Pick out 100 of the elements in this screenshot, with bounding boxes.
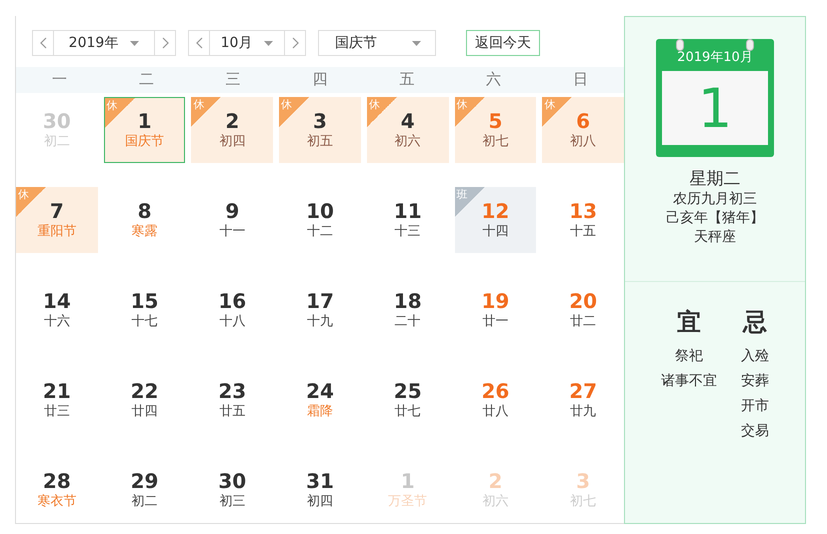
day-number: 14 bbox=[42, 289, 71, 313]
lunar-date: 初五 bbox=[306, 133, 333, 151]
day-tag: 休 bbox=[191, 97, 222, 127]
day-cell[interactable]: 14 十六 bbox=[16, 277, 98, 343]
day-cell[interactable]: 22 廿四 bbox=[104, 367, 186, 433]
lunar-date: 十八 bbox=[219, 313, 246, 331]
day-cell[interactable]: 30 初三 bbox=[191, 457, 274, 523]
day-tag: 休 bbox=[279, 97, 310, 127]
binder-ring-icon bbox=[676, 39, 684, 51]
day-cell[interactable]: 26 廿八 bbox=[454, 367, 536, 433]
day-number: 13 bbox=[569, 199, 598, 223]
year-dropdown[interactable]: 2019年 bbox=[54, 30, 154, 56]
month-dropdown[interactable]: 10月 bbox=[210, 30, 284, 56]
year-text: 己亥年【猪年】 bbox=[666, 209, 764, 228]
lunar-date: 寒露 bbox=[132, 223, 158, 241]
day-tag: 休 bbox=[366, 97, 397, 127]
day-cell[interactable]: 19 廿一 bbox=[454, 277, 536, 343]
weekday-label: 五 bbox=[398, 70, 416, 90]
bad-item: 安葬 bbox=[741, 372, 769, 391]
weekday-label: 四 bbox=[311, 70, 328, 90]
caret-icon bbox=[264, 40, 274, 46]
day-number: 2 bbox=[225, 109, 240, 133]
day-cell[interactable]: 24 霜降 bbox=[279, 367, 361, 433]
day-number: 3 bbox=[576, 469, 590, 493]
binder-ring-icon bbox=[746, 39, 754, 51]
lunar-date: 国庆节 bbox=[125, 133, 164, 151]
today-button[interactable]: 返回今天 bbox=[466, 30, 540, 56]
day-number: 24 bbox=[306, 379, 334, 403]
good-item: 诸事不宜 bbox=[661, 372, 717, 391]
lunar-date: 十五 bbox=[570, 223, 596, 241]
day-cell[interactable]: 休 3 初五 bbox=[279, 97, 361, 163]
previous-year-button[interactable] bbox=[32, 30, 54, 56]
day-cell[interactable]: 17 十九 bbox=[279, 277, 361, 343]
day-cell[interactable]: 班 12 十四 bbox=[454, 187, 536, 253]
day-cell[interactable]: 25 廿七 bbox=[366, 367, 449, 433]
card-month: 2019年10月 bbox=[677, 49, 753, 67]
day-cell[interactable]: 13 十五 bbox=[542, 187, 624, 253]
day-cell[interactable]: 28 寒衣节 bbox=[16, 457, 98, 523]
lunar-date: 初七 bbox=[482, 133, 508, 151]
lunar-date: 廿五 bbox=[219, 403, 246, 421]
day-cell[interactable]: 休 5 初七 bbox=[454, 97, 536, 163]
day-number: 25 bbox=[394, 379, 422, 403]
day-number: 10 bbox=[306, 199, 334, 223]
next-month-button[interactable] bbox=[284, 30, 306, 56]
bad-item: 交易 bbox=[741, 422, 769, 441]
day-cell[interactable]: 11 十三 bbox=[366, 187, 449, 253]
day-cell[interactable]: 23 廿五 bbox=[191, 367, 274, 433]
day-cell[interactable]: 15 十七 bbox=[104, 277, 186, 343]
lunar-date: 重阳节 bbox=[37, 223, 76, 241]
chevron-right-icon bbox=[162, 37, 168, 50]
day-tag: 休 bbox=[542, 97, 572, 127]
day-cell[interactable]: 9 十一 bbox=[191, 187, 274, 253]
day-cell[interactable]: 休 2 初四 bbox=[191, 97, 274, 163]
day-cell[interactable]: 10 十二 bbox=[279, 187, 361, 253]
day-number: 17 bbox=[306, 289, 334, 313]
weekday-label: 三 bbox=[224, 70, 242, 90]
bad-item: 入殓 bbox=[741, 347, 769, 366]
lunar-date: 初八 bbox=[570, 133, 596, 151]
lunar-date: 廿四 bbox=[132, 403, 158, 421]
lunar-date: 十一 bbox=[219, 223, 246, 241]
day-cell[interactable]: 18 二十 bbox=[366, 277, 449, 343]
lunar-date: 廿二 bbox=[570, 313, 596, 331]
day-cell[interactable]: 31 初四 bbox=[279, 457, 361, 523]
chevron-left-icon bbox=[196, 37, 202, 50]
holiday-dropdown[interactable]: 国庆节 bbox=[318, 30, 436, 56]
day-cell[interactable]: 29 初二 bbox=[104, 457, 186, 523]
day-cell[interactable]: 8 寒露 bbox=[104, 187, 186, 253]
lunar-date: 廿三 bbox=[44, 403, 70, 421]
day-number: 18 bbox=[394, 289, 422, 313]
day-cell[interactable]: 27 廿九 bbox=[542, 367, 624, 433]
weekday-label: 六 bbox=[485, 70, 502, 90]
lunar-date: 十三 bbox=[394, 223, 421, 241]
day-cell[interactable]: 20 廿二 bbox=[542, 277, 624, 343]
day-number: 23 bbox=[218, 379, 246, 403]
lunar-date: 廿九 bbox=[570, 403, 596, 421]
day-cell[interactable]: 21 廿三 bbox=[16, 367, 98, 433]
day-cell[interactable]: 16 十八 bbox=[191, 277, 274, 343]
day-cell[interactable]: 休 4 初六 bbox=[366, 97, 449, 163]
card-day: 1 bbox=[698, 76, 732, 140]
day-number: 30 bbox=[218, 469, 246, 493]
caret-icon bbox=[130, 40, 140, 46]
lunar-date: 十七 bbox=[132, 313, 158, 331]
caret-icon bbox=[412, 40, 421, 46]
day-number: 21 bbox=[42, 379, 71, 403]
day-number: 28 bbox=[42, 469, 71, 493]
previous-month-button[interactable] bbox=[188, 30, 210, 56]
day-number: 5 bbox=[488, 109, 502, 133]
lunar-date: 万圣节 bbox=[388, 493, 428, 511]
lunar-date: 初三 bbox=[219, 493, 246, 511]
day-cell[interactable]: 休 6 初八 bbox=[542, 97, 624, 163]
day-number: 19 bbox=[482, 289, 510, 313]
day-cell[interactable]: 休 7 重阳节 bbox=[16, 187, 98, 253]
weekday-label: 二 bbox=[138, 70, 155, 90]
good-item: 祭祀 bbox=[675, 347, 703, 366]
day-number: 8 bbox=[138, 199, 152, 223]
day-number: 4 bbox=[400, 109, 415, 133]
day-cell[interactable]: 休 1 国庆节 bbox=[104, 97, 186, 163]
good-title: 宜 bbox=[677, 307, 701, 338]
lunar-date: 初四 bbox=[306, 493, 333, 511]
next-year-button[interactable] bbox=[154, 30, 176, 56]
